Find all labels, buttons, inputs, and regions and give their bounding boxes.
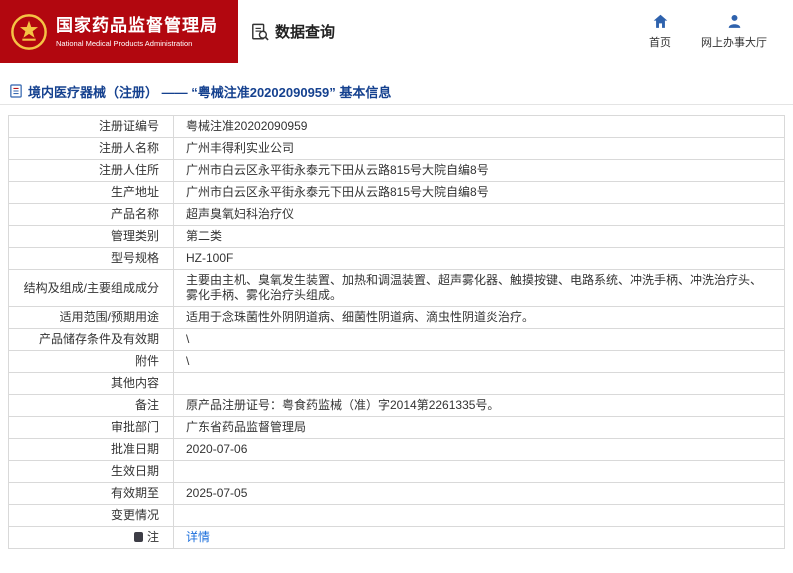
detail-link[interactable]: 详情 [186,530,210,544]
row-value: 广东省药品监督管理局 [173,416,785,439]
table-row: 产品储存条件及有效期 \ [8,328,785,351]
agency-name: 国家药品监督管理局 [56,15,218,35]
row-label: 变更情况 [8,504,174,527]
table-row: 注册人名称 广州丰得利实业公司 [8,137,785,160]
row-label: 产品名称 [8,203,174,226]
row-value: \ [173,350,785,373]
row-label: 有效期至 [8,482,174,505]
row-label: 管理类别 [8,225,174,248]
nav-home[interactable]: 首页 [649,13,671,50]
table-row: 生产地址 广州市白云区永平街永泰元下田从云路815号大院自编8号 [8,181,785,204]
table-row: 备注 原产品注册证号：粤食药监械（准）字2014第2261335号。 [8,394,785,417]
table-row: 变更情况 [8,504,785,527]
row-value: 2025-07-05 [173,482,785,505]
row-label: 其他内容 [8,372,174,395]
note-icon [133,532,143,542]
table-row: 批准日期 2020-07-06 [8,438,785,461]
row-value [173,504,785,527]
row-value: 广州市白云区永平街永泰元下田从云路815号大院自编8号 [173,181,785,204]
row-label: 生效日期 [8,460,174,483]
row-label: 产品储存条件及有效期 [8,328,174,351]
table-row: 有效期至 2025-07-05 [8,482,785,505]
table-row: 型号规格 HZ-100F [8,247,785,270]
page-title-bar: 境内医疗器械（注册） —— “粤械注准20202090959” 基本信息 [0,78,793,105]
row-label: 注册人名称 [8,137,174,160]
table-row: 结构及组成/主要组成成分 主要由主机、臭氧发生装置、加热和调温装置、超声雾化器、触… [8,269,785,307]
row-value: 超声臭氧妇科治疗仪 [173,203,785,226]
row-value: HZ-100F [173,247,785,270]
nav-home-label: 首页 [649,37,671,49]
header: 国家药品监督管理局 National Medical Products Admi… [0,0,793,63]
row-value: 第二类 [173,225,785,248]
header-nav: 首页 网上办事大厅 [649,13,793,50]
table-row: 注册人住所 广州市白云区永平街永泰元下田从云路815号大院自编8号 [8,159,785,182]
person-icon [728,14,740,28]
row-label: 结构及组成/主要组成成分 [8,269,174,307]
table-row: 适用范围/预期用途 适用于念珠菌性外阴阴道病、细菌性阴道病、滴虫性阴道炎治疗。 [8,306,785,329]
agency-brand: 国家药品监督管理局 National Medical Products Admi… [0,0,238,63]
row-label: 生产地址 [8,181,174,204]
row-value: 广州市白云区永平街永泰元下田从云路815号大院自编8号 [173,159,785,182]
registration-info-table: 注册证编号 粤械注准20202090959 注册人名称 广州丰得利实业公司 注册人住所广… [8,115,785,549]
row-label: 注 [8,526,174,549]
row-value: 主要由主机、臭氧发生装置、加热和调温装置、超声雾化器、触摸按键、电路系统、冲洗手… [173,269,785,307]
row-label: 备注 [8,394,174,417]
nav-service-hall[interactable]: 网上办事大厅 [701,13,767,50]
table-row: 生效日期 [8,460,785,483]
row-value: 粤械注准20202090959 [173,115,785,138]
table-row: 注详情 [8,526,785,549]
page-title: 境内医疗器械（注册） —— “粤械注准20202090959” 基本信息 [28,84,392,100]
row-value: 广州丰得利实业公司 [173,137,785,160]
row-label: 附件 [8,350,174,373]
document-search-icon [252,23,269,40]
row-value: 2020-07-06 [173,438,785,461]
national-emblem-icon [11,13,47,50]
data-query-label: 数据查询 [275,24,336,41]
table-row: 注册证编号 粤械注准20202090959 [8,115,785,138]
row-label: 审批部门 [8,416,174,439]
nav-service-hall-label: 网上办事大厅 [701,37,767,49]
row-value [173,372,785,395]
row-value: 适用于念珠菌性外阴阴道病、细菌性阴道病、滴虫性阴道炎治疗。 [173,306,785,329]
document-icon [10,84,22,98]
row-value: \ [173,328,785,351]
table-row: 管理类别 第二类 [8,225,785,248]
table-row: 其他内容 [8,372,785,395]
row-label: 型号规格 [8,247,174,270]
data-query-heading: 数据查询 [251,21,335,42]
agency-titles: 国家药品监督管理局 National Medical Products Admi… [56,16,218,48]
row-value [173,460,785,483]
row-label: 适用范围/预期用途 [8,306,174,329]
table-row: 审批部门 广东省药品监督管理局 [8,416,785,439]
row-value: 原产品注册证号：粤食药监械（准）字2014第2261335号。 [173,394,785,417]
row-label: 批准日期 [8,438,174,461]
row-label: 注册人住所 [8,159,174,182]
table-row: 产品名称 超声臭氧妇科治疗仪 [8,203,785,226]
table-row: 附件 \ [8,350,785,373]
agency-name-en: National Medical Products Administration [56,38,193,48]
row-value: 详情 [173,526,785,549]
row-label: 注册证编号 [8,115,174,138]
home-icon [653,14,667,28]
